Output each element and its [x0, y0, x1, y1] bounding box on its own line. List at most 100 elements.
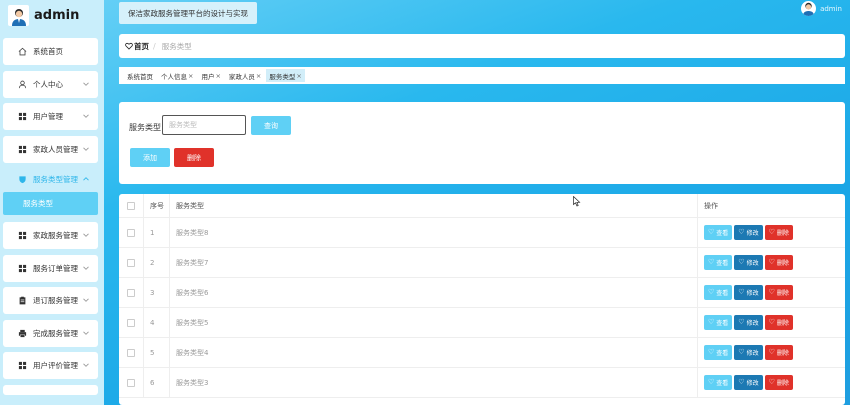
- sidebar-item-review-management[interactable]: 用户评价管理: [3, 352, 98, 379]
- heart-icon: ♡: [708, 258, 715, 266]
- edit-button[interactable]: ♡ 修改: [734, 225, 763, 240]
- edit-button[interactable]: ♡ 修改: [734, 345, 763, 360]
- view-button[interactable]: ♡ 查看: [704, 285, 733, 300]
- delete-button[interactable]: ♡ 删除: [764, 255, 793, 270]
- user-menu[interactable]: admin: [801, 1, 842, 16]
- view-button-label: 查看: [716, 230, 729, 237]
- sidebar-subitem-service-type[interactable]: 服务类型: [3, 192, 98, 215]
- close-icon[interactable]: ×: [256, 72, 261, 80]
- delete-button[interactable]: ♡ 删除: [764, 345, 793, 360]
- row-checkbox[interactable]: [127, 228, 135, 237]
- tag-label: 服务类型: [269, 72, 296, 81]
- tag-service-type[interactable]: 服务类型 ×: [266, 69, 305, 82]
- tag-label: 用户: [201, 72, 215, 81]
- chevron-down-icon: [83, 114, 89, 118]
- delete-button[interactable]: ♡ 删除: [764, 285, 793, 300]
- chevron-down-icon: [83, 330, 89, 335]
- sidebar-item-partial: [3, 384, 98, 395]
- username: admin: [820, 4, 842, 13]
- view-button[interactable]: ♡ 查看: [704, 255, 733, 270]
- brand-avatar-icon: [8, 4, 29, 26]
- view-button-label: 查看: [716, 290, 729, 297]
- select-all-checkbox[interactable]: [127, 201, 135, 210]
- edit-button[interactable]: ♡ 修改: [734, 255, 763, 270]
- sidebar-item-label: 家政服务管理: [33, 231, 78, 240]
- heart-icon: ♡: [708, 378, 715, 386]
- row-service-type: 服务类型6: [169, 278, 697, 307]
- tag-user[interactable]: 用户 ×: [198, 69, 223, 82]
- chevron-up-icon: [83, 177, 89, 181]
- search-panel: 服务类型 查询 添加 删除: [119, 102, 845, 184]
- sidebar-item-staff-management[interactable]: 家政人员管理: [3, 135, 98, 163]
- sidebar-item-order-management[interactable]: 服务订单管理: [3, 254, 98, 282]
- breadcrumb-home[interactable]: 首页: [125, 41, 149, 52]
- sidebar: admin 系统首页 个人中心 用户管理 家政人员管理 服务类型管理 服务类型 …: [0, 0, 104, 405]
- tag-staff[interactable]: 家政人员 ×: [226, 69, 264, 82]
- service-type-search-input[interactable]: [162, 115, 246, 135]
- row-checkbox[interactable]: [127, 348, 135, 357]
- sidebar-menu: 系统首页 个人中心 用户管理 家政人员管理 服务类型管理 服务类型 家政服务管理…: [3, 38, 98, 395]
- header-index: 序号: [143, 194, 169, 217]
- row-checkbox[interactable]: [127, 378, 135, 387]
- row-service-type: 服务类型3: [169, 368, 697, 397]
- close-icon[interactable]: ×: [296, 72, 301, 80]
- view-button[interactable]: ♡ 查看: [704, 225, 733, 240]
- view-button[interactable]: ♡ 查看: [704, 375, 733, 390]
- row-index: 4: [143, 308, 169, 337]
- row-operations: ♡ 查看 ♡ 修改 ♡ 删除: [697, 248, 845, 277]
- sidebar-item-home[interactable]: 系统首页: [3, 38, 98, 65]
- home-icon: [17, 47, 27, 57]
- heart-icon: ♡: [768, 288, 775, 296]
- tag-label: 家政人员: [228, 72, 255, 81]
- brand-title: admin: [34, 7, 80, 23]
- batch-delete-button[interactable]: 删除: [174, 148, 214, 167]
- delete-button[interactable]: ♡ 删除: [764, 225, 793, 240]
- heart-icon: ♡: [738, 258, 745, 266]
- delete-button-label: 删除: [776, 260, 789, 267]
- view-button-label: 查看: [716, 260, 729, 267]
- heart-icon: ♡: [738, 318, 745, 326]
- view-button[interactable]: ♡ 查看: [704, 315, 733, 330]
- tags-bar: 系统首页 个人信息 × 用户 × 家政人员 × 服务类型 ×: [119, 67, 845, 84]
- query-button[interactable]: 查询: [251, 116, 291, 135]
- row-checkbox[interactable]: [127, 288, 135, 297]
- heart-icon: ♡: [708, 348, 715, 356]
- sidebar-item-unsubscribe-management[interactable]: 退订服务管理: [3, 287, 98, 314]
- tag-home[interactable]: 系统首页: [124, 69, 156, 82]
- chevron-down-icon: [83, 298, 89, 302]
- row-service-type: 服务类型4: [169, 338, 697, 367]
- table-row: 6 服务类型3 ♡ 查看 ♡ 修改 ♡ 删除: [119, 368, 845, 398]
- chevron-down-icon: [83, 81, 89, 86]
- sidebar-item-housekeeping-service-management[interactable]: 家政服务管理: [3, 222, 98, 249]
- edit-button-label: 修改: [746, 290, 759, 297]
- sidebar-item-completed-service-management[interactable]: 完成服务管理: [3, 319, 98, 347]
- grid-icon: [17, 231, 27, 241]
- sidebar-item-personal-center[interactable]: 个人中心: [3, 70, 98, 98]
- user-avatar-icon: [801, 1, 817, 16]
- row-checkbox[interactable]: [127, 258, 135, 267]
- close-icon[interactable]: ×: [215, 72, 220, 80]
- delete-button[interactable]: ♡ 删除: [764, 375, 793, 390]
- delete-button-label: 删除: [776, 290, 789, 297]
- breadcrumb: 首页 / 服务类型: [119, 34, 845, 58]
- project-title: 保洁家政服务管理平台的设计与实现: [119, 2, 257, 24]
- add-button[interactable]: 添加: [130, 148, 170, 167]
- sidebar-item-user-management[interactable]: 用户管理: [3, 103, 98, 130]
- heart-icon: ♡: [708, 288, 715, 296]
- tag-label: 系统首页: [127, 72, 153, 81]
- sidebar-item-service-type-management[interactable]: 服务类型管理: [3, 168, 98, 190]
- tag-label: 个人信息: [161, 72, 187, 81]
- row-operations: ♡ 查看 ♡ 修改 ♡ 删除: [697, 368, 845, 397]
- breadcrumb-home-label: 首页: [134, 41, 149, 51]
- view-button[interactable]: ♡ 查看: [704, 345, 733, 360]
- table-row: 5 服务类型4 ♡ 查看 ♡ 修改 ♡ 删除: [119, 338, 845, 368]
- sidebar-item-label: 系统首页: [33, 47, 63, 56]
- tag-personal-info[interactable]: 个人信息 ×: [158, 69, 196, 82]
- sidebar-item-label: 完成服务管理: [33, 328, 78, 338]
- edit-button[interactable]: ♡ 修改: [734, 375, 763, 390]
- edit-button[interactable]: ♡ 修改: [734, 315, 763, 330]
- row-checkbox[interactable]: [127, 318, 135, 327]
- delete-button[interactable]: ♡ 删除: [764, 315, 793, 330]
- edit-button[interactable]: ♡ 修改: [734, 285, 763, 300]
- close-icon[interactable]: ×: [188, 72, 193, 80]
